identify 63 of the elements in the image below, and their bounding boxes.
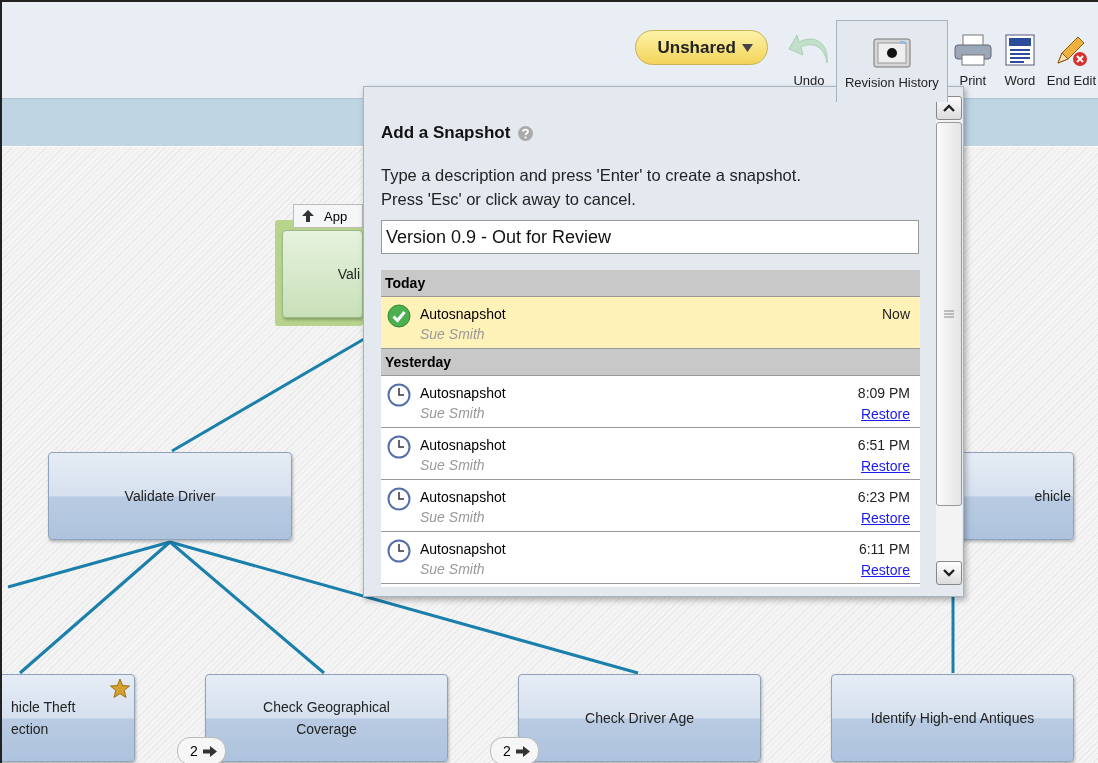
- snapshot-name: Autosnapshot: [420, 305, 507, 324]
- check-circle-icon: [387, 304, 411, 328]
- node-label: Check Geographical Coverage: [263, 698, 390, 739]
- clock-icon: [387, 487, 411, 511]
- restore-link[interactable]: Restore: [860, 404, 910, 425]
- group-header: Yesterday: [381, 349, 920, 376]
- snapshot-name: Autosnapshot: [420, 384, 507, 403]
- right-arrow-icon: [202, 745, 217, 757]
- process-node[interactable]: Identify High-end Antiques: [831, 674, 1074, 762]
- chevron-down-icon: [943, 569, 955, 577]
- restore-link[interactable]: Restore: [860, 508, 910, 529]
- restore-link[interactable]: Restore: [860, 560, 910, 581]
- node-label: Check Driver Age: [585, 709, 694, 728]
- snapshot-name: Autosnapshot: [420, 436, 507, 455]
- grip-icon: [944, 310, 954, 318]
- snapshot-description-field[interactable]: Version 0.9 - Out for Review: [381, 220, 919, 254]
- node-label: ehicle: [1034, 487, 1071, 506]
- instruction-text: Type a description and press 'Enter' to create a snapshot.: [381, 165, 802, 186]
- node-label: hicle Theft ection: [11, 698, 76, 739]
- scrollbar-thumb[interactable]: [936, 122, 962, 506]
- snapshot-row[interactable]: Autosnapshot Sue Smith Now: [381, 297, 920, 349]
- process-node[interactable]: Check Geographical Coverage: [205, 674, 448, 762]
- up-arrow-icon: [302, 210, 314, 222]
- snapshot-author: Sue Smith: [420, 560, 486, 579]
- process-node[interactable]: Check Driver Age: [518, 674, 761, 762]
- process-node[interactable]: Validate Driver: [48, 452, 292, 540]
- snapshot-author: Sue Smith: [420, 404, 486, 423]
- share-dropdown-button[interactable]: Unshared: [634, 30, 768, 65]
- snapshot-time: Now: [882, 305, 910, 324]
- clock-icon: [387, 539, 411, 563]
- snapshot-author: Sue Smith: [420, 456, 486, 475]
- document-icon: [1002, 33, 1037, 67]
- node-tab[interactable]: App: [293, 204, 363, 228]
- node-label: Vali: [337, 265, 360, 284]
- snapshot-name: Autosnapshot: [420, 488, 507, 507]
- word-button[interactable]: Word: [997, 8, 1042, 98]
- right-arrow-icon: [515, 745, 530, 757]
- node-label: Identify High-end Antiques: [870, 709, 1035, 728]
- snapshot-author: Sue Smith: [420, 508, 486, 527]
- restore-link[interactable]: Restore: [860, 456, 910, 477]
- clock-icon: [387, 435, 411, 459]
- scroll-down-button[interactable]: [936, 561, 962, 585]
- node-tab-label: App: [324, 208, 348, 224]
- instruction-text: Press 'Esc' or click away to cancel.: [381, 189, 637, 210]
- snapshot-time: 8:09 PM: [857, 384, 910, 403]
- caret-icon: [741, 43, 753, 52]
- snapshot-time: 6:11 PM: [858, 540, 910, 559]
- chevron-up-icon: [943, 104, 955, 112]
- clock-icon: [387, 383, 411, 407]
- snapshot-author: Sue Smith: [420, 325, 486, 344]
- node-label: Validate Driver: [124, 487, 216, 506]
- snapshot-time: 6:51 PM: [857, 436, 910, 455]
- snapshot-name: Autosnapshot: [420, 540, 507, 559]
- count-badge[interactable]: 2: [177, 737, 226, 763]
- printer-icon: [952, 33, 993, 67]
- end-edit-button[interactable]: End Edit: [1041, 8, 1098, 98]
- popup-title: Add a Snapshot: [381, 123, 511, 143]
- snapshot-time: 6:23 PM: [857, 488, 910, 507]
- process-node[interactable]: hicle Theft ection: [2, 674, 135, 762]
- group-header: Today: [381, 270, 920, 297]
- count-badge[interactable]: 2: [490, 737, 539, 763]
- camera-button[interactable]: Revision History: [835, 20, 948, 102]
- process-node[interactable]: Vali: [282, 230, 363, 318]
